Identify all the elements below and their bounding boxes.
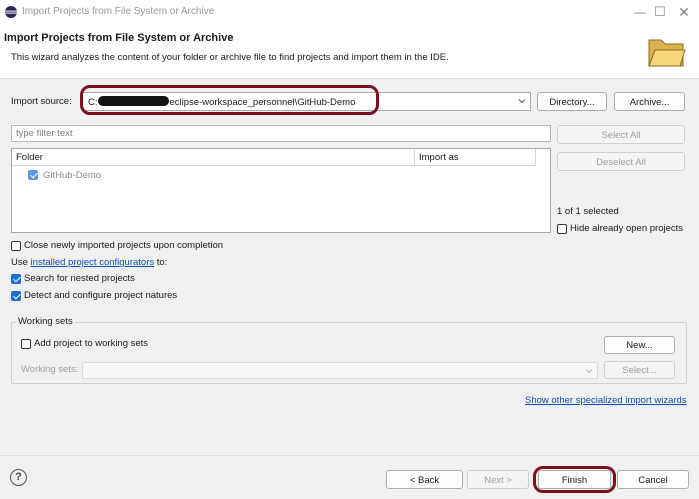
- column-header-folder[interactable]: Folder: [12, 149, 415, 166]
- projects-table[interactable]: Folder Import as GitHub-Demo: [11, 148, 551, 233]
- configurators-line: Use installed project configurators to:: [11, 257, 168, 268]
- configurators-link[interactable]: installed project configurators: [31, 257, 155, 268]
- search-nested-checkbox[interactable]: [11, 274, 21, 284]
- archive-button[interactable]: Archive...: [614, 92, 685, 111]
- column-header-import-as[interactable]: Import as: [415, 149, 536, 166]
- import-source-label: Import source:: [11, 96, 72, 107]
- deselect-all-button[interactable]: Deselect All: [557, 152, 685, 171]
- working-sets-label: Working sets:: [21, 364, 79, 375]
- cancel-button[interactable]: Cancel: [617, 470, 689, 489]
- new-working-set-button[interactable]: New...: [604, 336, 675, 354]
- hide-open-projects-label: Hide already open projects: [570, 223, 684, 234]
- chevron-down-icon: [518, 99, 526, 104]
- window-title: Import Projects from File System or Arch…: [22, 6, 215, 17]
- back-button[interactable]: < Back: [386, 470, 463, 489]
- eclipse-icon: [5, 6, 17, 18]
- help-icon[interactable]: ?: [10, 469, 27, 486]
- working-sets-combo[interactable]: [82, 362, 598, 379]
- folder-open-icon: [648, 39, 686, 67]
- filter-placeholder: type filter text: [16, 128, 73, 139]
- close-imported-checkbox[interactable]: [11, 241, 21, 251]
- page-title: Import Projects from File System or Arch…: [4, 32, 234, 44]
- add-to-working-sets-label: Add project to working sets: [34, 338, 149, 349]
- close-button[interactable]: ✕: [664, 0, 699, 24]
- detect-natures-checkbox[interactable]: [11, 291, 21, 301]
- hide-open-projects-checkbox[interactable]: [557, 224, 567, 234]
- page-description: This wizard analyzes the content of your…: [11, 52, 449, 63]
- select-working-sets-button[interactable]: Select...: [604, 361, 675, 379]
- title-bar: Import Projects from File System or Arch…: [0, 0, 699, 24]
- filter-input[interactable]: type filter text: [11, 125, 551, 142]
- selection-status: 1 of 1 selected: [557, 206, 619, 217]
- source-highlight-annotation: [80, 85, 379, 115]
- select-all-button[interactable]: Select All: [557, 125, 685, 144]
- wizard-header: Import Projects from File System or Arch…: [0, 24, 699, 79]
- project-checkbox[interactable]: [28, 170, 38, 180]
- search-nested-label: Search for nested projects: [24, 273, 135, 284]
- next-button[interactable]: Next >: [467, 470, 529, 489]
- project-name: GitHub-Demo: [43, 170, 102, 181]
- specialized-wizards-link[interactable]: Show other specialized import wizards: [525, 395, 687, 406]
- directory-button[interactable]: Directory...: [537, 92, 607, 111]
- chevron-down-icon: [585, 369, 593, 374]
- detect-natures-label: Detect and configure project natures: [24, 290, 178, 301]
- add-to-working-sets-checkbox[interactable]: [21, 339, 31, 349]
- finish-highlight-annotation: [533, 466, 616, 493]
- close-imported-label: Close newly imported projects upon compl…: [24, 240, 224, 251]
- working-sets-title: Working sets: [16, 316, 75, 327]
